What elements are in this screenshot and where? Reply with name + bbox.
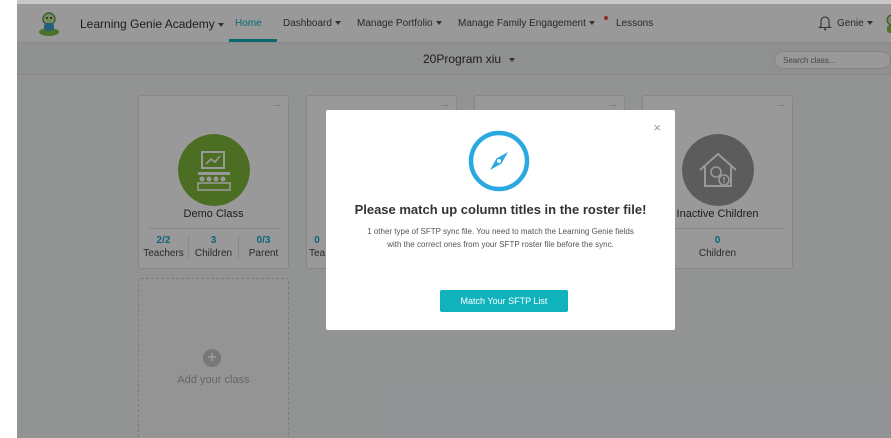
compass-icon — [468, 130, 530, 192]
dialog-message: 1 other type of SFTP sync file. You need… — [336, 225, 665, 251]
dialog-message-line: with the correct ones from your SFTP ros… — [387, 240, 614, 249]
dialog-message-line: 1 other type of SFTP sync file. You need… — [367, 227, 634, 236]
sftp-match-dialog: × Please match up column titles in the r… — [326, 110, 675, 330]
match-sftp-list-button[interactable]: Match Your SFTP List — [440, 290, 568, 312]
left-gutter — [0, 0, 17, 438]
app-root: Learning Genie Academy Home Dashboard Ma… — [17, 4, 891, 438]
close-icon[interactable]: × — [653, 120, 661, 135]
dialog-title: Please match up column titles in the ros… — [354, 202, 647, 217]
